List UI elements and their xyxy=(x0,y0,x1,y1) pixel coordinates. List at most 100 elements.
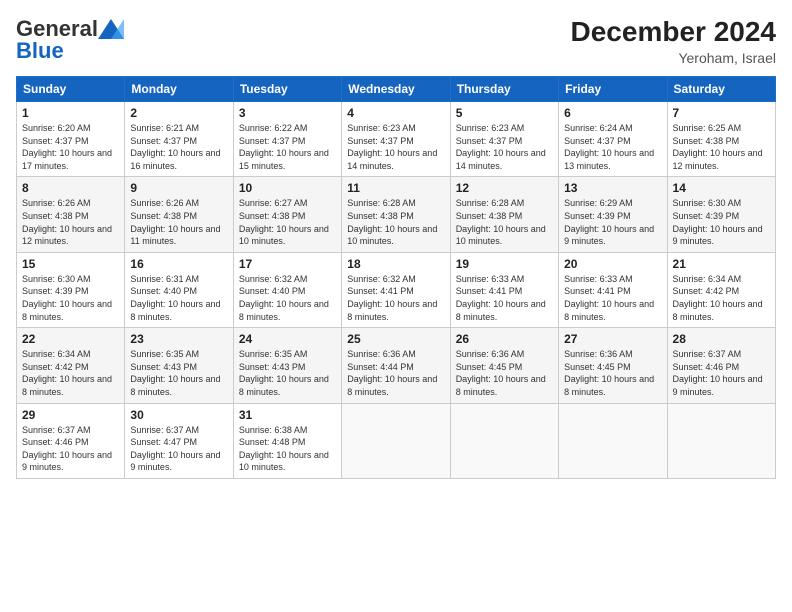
calendar-week-3: 15 Sunrise: 6:30 AM Sunset: 4:39 PM Dayl… xyxy=(17,252,776,327)
col-header-sunday: Sunday xyxy=(17,77,125,102)
day-info: Sunrise: 6:20 AM Sunset: 4:37 PM Dayligh… xyxy=(22,122,119,172)
daylight-label: Daylight: 10 hours and 8 minutes. xyxy=(239,374,329,397)
day-number: 24 xyxy=(239,332,336,346)
day-number: 10 xyxy=(239,181,336,195)
day-info: Sunrise: 6:37 AM Sunset: 4:46 PM Dayligh… xyxy=(22,424,119,474)
calendar-week-2: 8 Sunrise: 6:26 AM Sunset: 4:38 PM Dayli… xyxy=(17,177,776,252)
col-header-tuesday: Tuesday xyxy=(233,77,341,102)
daylight-label: Daylight: 10 hours and 10 minutes. xyxy=(239,224,329,247)
logo-icon xyxy=(98,19,124,39)
sunset-label: Sunset: 4:45 PM xyxy=(456,362,523,372)
sunset-label: Sunset: 4:38 PM xyxy=(456,211,523,221)
sunset-label: Sunset: 4:38 PM xyxy=(239,211,306,221)
logo: General Blue xyxy=(16,16,124,64)
sunset-label: Sunset: 4:41 PM xyxy=(564,286,631,296)
sunset-label: Sunset: 4:37 PM xyxy=(347,136,414,146)
day-info: Sunrise: 6:36 AM Sunset: 4:45 PM Dayligh… xyxy=(456,348,553,398)
day-info: Sunrise: 6:36 AM Sunset: 4:45 PM Dayligh… xyxy=(564,348,661,398)
sunset-label: Sunset: 4:44 PM xyxy=(347,362,414,372)
day-number: 15 xyxy=(22,257,119,271)
sunrise-label: Sunrise: 6:27 AM xyxy=(239,198,308,208)
sunset-label: Sunset: 4:43 PM xyxy=(239,362,306,372)
daylight-label: Daylight: 10 hours and 8 minutes. xyxy=(456,299,546,322)
sunset-label: Sunset: 4:41 PM xyxy=(456,286,523,296)
day-number: 18 xyxy=(347,257,444,271)
day-cell-15: 15 Sunrise: 6:30 AM Sunset: 4:39 PM Dayl… xyxy=(17,252,125,327)
sunset-label: Sunset: 4:46 PM xyxy=(673,362,740,372)
col-header-thursday: Thursday xyxy=(450,77,558,102)
empty-cell xyxy=(559,403,667,478)
daylight-label: Daylight: 10 hours and 10 minutes. xyxy=(239,450,329,473)
daylight-label: Daylight: 10 hours and 8 minutes. xyxy=(564,374,654,397)
day-info: Sunrise: 6:28 AM Sunset: 4:38 PM Dayligh… xyxy=(347,197,444,247)
sunset-label: Sunset: 4:39 PM xyxy=(22,286,89,296)
day-number: 1 xyxy=(22,106,119,120)
daylight-label: Daylight: 10 hours and 9 minutes. xyxy=(673,374,763,397)
day-cell-16: 16 Sunrise: 6:31 AM Sunset: 4:40 PM Dayl… xyxy=(125,252,233,327)
empty-cell xyxy=(667,403,775,478)
day-cell-19: 19 Sunrise: 6:33 AM Sunset: 4:41 PM Dayl… xyxy=(450,252,558,327)
day-info: Sunrise: 6:37 AM Sunset: 4:46 PM Dayligh… xyxy=(673,348,770,398)
sunrise-label: Sunrise: 6:36 AM xyxy=(347,349,416,359)
daylight-label: Daylight: 10 hours and 12 minutes. xyxy=(22,224,112,247)
daylight-label: Daylight: 10 hours and 9 minutes. xyxy=(22,450,112,473)
sunrise-label: Sunrise: 6:23 AM xyxy=(347,123,416,133)
calendar-week-4: 22 Sunrise: 6:34 AM Sunset: 4:42 PM Dayl… xyxy=(17,328,776,403)
calendar-header-row: SundayMondayTuesdayWednesdayThursdayFrid… xyxy=(17,77,776,102)
day-cell-20: 20 Sunrise: 6:33 AM Sunset: 4:41 PM Dayl… xyxy=(559,252,667,327)
day-number: 17 xyxy=(239,257,336,271)
daylight-label: Daylight: 10 hours and 16 minutes. xyxy=(130,148,220,171)
day-info: Sunrise: 6:35 AM Sunset: 4:43 PM Dayligh… xyxy=(239,348,336,398)
day-info: Sunrise: 6:34 AM Sunset: 4:42 PM Dayligh… xyxy=(673,273,770,323)
calendar-table: SundayMondayTuesdayWednesdayThursdayFrid… xyxy=(16,76,776,479)
sunrise-label: Sunrise: 6:29 AM xyxy=(564,198,633,208)
sunrise-label: Sunrise: 6:37 AM xyxy=(22,425,91,435)
day-number: 9 xyxy=(130,181,227,195)
day-number: 7 xyxy=(673,106,770,120)
sunset-label: Sunset: 4:39 PM xyxy=(564,211,631,221)
day-cell-11: 11 Sunrise: 6:28 AM Sunset: 4:38 PM Dayl… xyxy=(342,177,450,252)
day-cell-7: 7 Sunrise: 6:25 AM Sunset: 4:38 PM Dayli… xyxy=(667,102,775,177)
day-info: Sunrise: 6:26 AM Sunset: 4:38 PM Dayligh… xyxy=(130,197,227,247)
month-title: December 2024 xyxy=(571,16,776,48)
sunrise-label: Sunrise: 6:21 AM xyxy=(130,123,199,133)
page: General Blue December 2024 Yeroham, Isra… xyxy=(0,0,792,612)
sunrise-label: Sunrise: 6:32 AM xyxy=(347,274,416,284)
col-header-wednesday: Wednesday xyxy=(342,77,450,102)
empty-cell xyxy=(450,403,558,478)
sunset-label: Sunset: 4:40 PM xyxy=(130,286,197,296)
sunrise-label: Sunrise: 6:20 AM xyxy=(22,123,91,133)
sunset-label: Sunset: 4:39 PM xyxy=(673,211,740,221)
day-number: 12 xyxy=(456,181,553,195)
daylight-label: Daylight: 10 hours and 8 minutes. xyxy=(22,374,112,397)
day-number: 5 xyxy=(456,106,553,120)
sunset-label: Sunset: 4:42 PM xyxy=(673,286,740,296)
day-number: 31 xyxy=(239,408,336,422)
day-number: 11 xyxy=(347,181,444,195)
day-number: 30 xyxy=(130,408,227,422)
daylight-label: Daylight: 10 hours and 10 minutes. xyxy=(456,224,546,247)
day-info: Sunrise: 6:37 AM Sunset: 4:47 PM Dayligh… xyxy=(130,424,227,474)
day-cell-3: 3 Sunrise: 6:22 AM Sunset: 4:37 PM Dayli… xyxy=(233,102,341,177)
header: General Blue December 2024 Yeroham, Isra… xyxy=(16,16,776,66)
location: Yeroham, Israel xyxy=(571,50,776,66)
day-cell-29: 29 Sunrise: 6:37 AM Sunset: 4:46 PM Dayl… xyxy=(17,403,125,478)
day-cell-31: 31 Sunrise: 6:38 AM Sunset: 4:48 PM Dayl… xyxy=(233,403,341,478)
day-info: Sunrise: 6:30 AM Sunset: 4:39 PM Dayligh… xyxy=(22,273,119,323)
sunrise-label: Sunrise: 6:33 AM xyxy=(456,274,525,284)
day-info: Sunrise: 6:24 AM Sunset: 4:37 PM Dayligh… xyxy=(564,122,661,172)
day-number: 28 xyxy=(673,332,770,346)
day-info: Sunrise: 6:23 AM Sunset: 4:37 PM Dayligh… xyxy=(456,122,553,172)
sunrise-label: Sunrise: 6:28 AM xyxy=(456,198,525,208)
day-cell-18: 18 Sunrise: 6:32 AM Sunset: 4:41 PM Dayl… xyxy=(342,252,450,327)
day-cell-1: 1 Sunrise: 6:20 AM Sunset: 4:37 PM Dayli… xyxy=(17,102,125,177)
sunrise-label: Sunrise: 6:35 AM xyxy=(239,349,308,359)
sunset-label: Sunset: 4:37 PM xyxy=(130,136,197,146)
day-info: Sunrise: 6:33 AM Sunset: 4:41 PM Dayligh… xyxy=(456,273,553,323)
day-number: 21 xyxy=(673,257,770,271)
calendar-week-1: 1 Sunrise: 6:20 AM Sunset: 4:37 PM Dayli… xyxy=(17,102,776,177)
daylight-label: Daylight: 10 hours and 13 minutes. xyxy=(564,148,654,171)
day-info: Sunrise: 6:35 AM Sunset: 4:43 PM Dayligh… xyxy=(130,348,227,398)
day-info: Sunrise: 6:31 AM Sunset: 4:40 PM Dayligh… xyxy=(130,273,227,323)
day-cell-24: 24 Sunrise: 6:35 AM Sunset: 4:43 PM Dayl… xyxy=(233,328,341,403)
